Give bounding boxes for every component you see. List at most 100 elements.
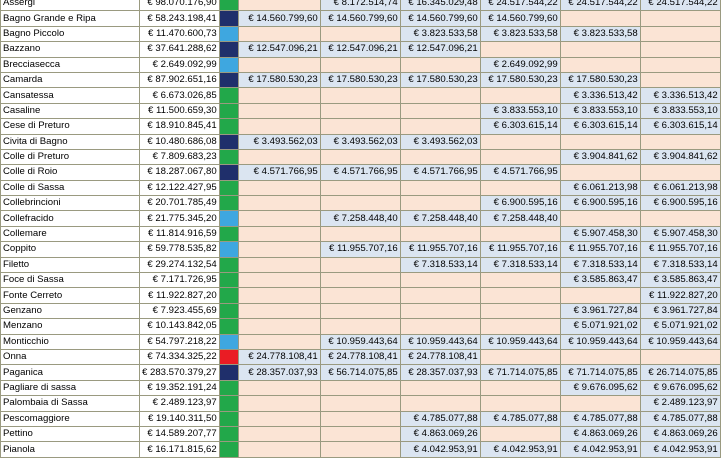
total-cell[interactable]: € 16.171.815,62 xyxy=(139,441,220,458)
year-value-cell[interactable]: € 10.959.443,64 xyxy=(559,333,641,350)
total-cell[interactable]: € 11.470.600,73 xyxy=(139,25,220,43)
locality-cell[interactable]: Cansatessa xyxy=(0,87,140,104)
locality-cell[interactable]: Pianola xyxy=(0,441,140,458)
year-value-cell[interactable]: € 5.071.921,02 xyxy=(559,318,641,335)
total-cell[interactable]: € 87.902.651,16 xyxy=(139,71,220,89)
year-value-cell[interactable]: € 10.959.443,64 xyxy=(639,333,721,350)
year-value-cell[interactable] xyxy=(399,118,481,135)
year-value-cell[interactable]: € 12.547.096,21 xyxy=(319,41,401,58)
year-value-cell[interactable]: € 17.580.530,23 xyxy=(319,71,401,89)
year-value-cell[interactable]: € 4.571.766,95 xyxy=(479,164,561,181)
year-value-cell[interactable] xyxy=(237,148,321,166)
locality-cell[interactable]: Collemare xyxy=(0,225,140,243)
year-value-cell[interactable] xyxy=(237,333,321,350)
locality-cell[interactable]: Fonte Cerreto xyxy=(0,287,140,304)
year-value-cell[interactable]: € 3.904.841,62 xyxy=(639,148,721,166)
year-value-cell[interactable]: € 4.863.069,26 xyxy=(559,425,641,443)
year-value-cell[interactable] xyxy=(479,133,561,150)
total-cell[interactable]: € 7.923.455,69 xyxy=(139,302,220,320)
locality-cell[interactable]: Camarda xyxy=(0,71,140,89)
year-value-cell[interactable] xyxy=(479,287,561,304)
total-cell[interactable]: € 14.589.207,77 xyxy=(139,425,220,443)
year-value-cell[interactable] xyxy=(479,379,561,397)
year-value-cell[interactable]: € 11.955.707,16 xyxy=(639,241,721,258)
year-value-cell[interactable] xyxy=(237,87,321,104)
year-value-cell[interactable] xyxy=(639,133,721,150)
year-value-cell[interactable] xyxy=(319,179,401,197)
locality-cell[interactable]: Pagliare di sassa xyxy=(0,379,140,397)
year-value-cell[interactable]: € 6.900.595,16 xyxy=(479,195,561,212)
year-value-cell[interactable] xyxy=(399,395,481,412)
year-value-cell[interactable]: € 7.258.448,40 xyxy=(479,210,561,227)
status-color-cell[interactable] xyxy=(218,395,239,412)
year-value-cell[interactable] xyxy=(319,441,401,458)
year-value-cell[interactable]: € 4.863.069,26 xyxy=(639,425,721,443)
year-value-cell[interactable]: € 14.560.799,60 xyxy=(237,10,321,27)
status-color-cell[interactable] xyxy=(218,302,239,320)
total-cell[interactable]: € 18.287.067,80 xyxy=(139,164,220,181)
year-value-cell[interactable] xyxy=(559,210,641,227)
year-value-cell[interactable] xyxy=(319,87,401,104)
status-color-cell[interactable] xyxy=(218,56,239,73)
year-value-cell[interactable] xyxy=(237,302,321,320)
status-color-cell[interactable] xyxy=(218,272,239,289)
status-color-cell[interactable] xyxy=(218,333,239,350)
locality-cell[interactable]: Collefracido xyxy=(0,210,140,227)
year-value-cell[interactable] xyxy=(319,56,401,73)
year-value-cell[interactable]: € 3.585.863,47 xyxy=(559,272,641,289)
year-value-cell[interactable]: € 14.560.799,60 xyxy=(319,10,401,27)
locality-cell[interactable]: Palombaia di Sassa xyxy=(0,395,140,412)
year-value-cell[interactable]: € 3.961.727,84 xyxy=(639,302,721,320)
total-cell[interactable]: € 58.243.198,41 xyxy=(139,10,220,27)
year-value-cell[interactable] xyxy=(319,379,401,397)
year-value-cell[interactable]: € 14.560.799,60 xyxy=(399,10,481,27)
locality-cell[interactable]: Assergi xyxy=(0,0,140,12)
locality-cell[interactable]: Monticchio xyxy=(0,333,140,350)
status-color-cell[interactable] xyxy=(218,10,239,27)
status-color-cell[interactable] xyxy=(218,164,239,181)
total-cell[interactable]: € 98.070.176,90 xyxy=(139,0,220,12)
status-color-cell[interactable] xyxy=(218,102,239,120)
year-value-cell[interactable] xyxy=(399,379,481,397)
year-value-cell[interactable]: € 3.823.533,58 xyxy=(479,25,561,43)
year-value-cell[interactable]: € 4.785.077,88 xyxy=(479,410,561,427)
year-value-cell[interactable] xyxy=(399,272,481,289)
year-value-cell[interactable] xyxy=(319,118,401,135)
year-value-cell[interactable]: € 6.900.595,16 xyxy=(639,195,721,212)
year-value-cell[interactable]: € 10.959.443,64 xyxy=(319,333,401,350)
locality-cell[interactable]: Filetto xyxy=(0,256,140,274)
year-value-cell[interactable] xyxy=(237,410,321,427)
year-value-cell[interactable] xyxy=(399,302,481,320)
year-value-cell[interactable] xyxy=(639,25,721,43)
locality-cell[interactable]: Cese di Preturo xyxy=(0,118,140,135)
year-value-cell[interactable] xyxy=(399,225,481,243)
year-value-cell[interactable]: € 17.580.530,23 xyxy=(237,71,321,89)
total-cell[interactable]: € 283.570.379,27 xyxy=(139,364,220,381)
year-value-cell[interactable]: € 7.318.533,14 xyxy=(559,256,641,274)
total-cell[interactable]: € 11.500.659,30 xyxy=(139,102,220,120)
status-color-cell[interactable] xyxy=(218,241,239,258)
year-value-cell[interactable]: € 8.172.514,74 xyxy=(319,0,401,12)
locality-cell[interactable]: Coppito xyxy=(0,241,140,258)
year-value-cell[interactable] xyxy=(237,210,321,227)
year-value-cell[interactable]: € 9.676.095,62 xyxy=(559,379,641,397)
year-value-cell[interactable]: € 5.907.458,30 xyxy=(639,225,721,243)
year-value-cell[interactable] xyxy=(319,395,401,412)
status-color-cell[interactable] xyxy=(218,210,239,227)
year-value-cell[interactable] xyxy=(237,56,321,73)
locality-cell[interactable]: Menzano xyxy=(0,318,140,335)
year-value-cell[interactable] xyxy=(319,410,401,427)
total-cell[interactable]: € 7.809.683,23 xyxy=(139,148,220,166)
year-value-cell[interactable]: € 9.676.095,62 xyxy=(639,379,721,397)
year-value-cell[interactable] xyxy=(639,210,721,227)
year-value-cell[interactable] xyxy=(237,395,321,412)
year-value-cell[interactable]: € 17.580.530,23 xyxy=(479,71,561,89)
year-value-cell[interactable] xyxy=(559,41,641,58)
year-value-cell[interactable]: € 2.649.092,99 xyxy=(479,56,561,73)
year-value-cell[interactable] xyxy=(319,287,401,304)
status-color-cell[interactable] xyxy=(218,225,239,243)
status-color-cell[interactable] xyxy=(218,41,239,58)
year-value-cell[interactable]: € 14.560.799,60 xyxy=(479,10,561,27)
locality-cell[interactable]: Colle di Preturo xyxy=(0,148,140,166)
year-value-cell[interactable]: € 3.833.553,10 xyxy=(639,102,721,120)
